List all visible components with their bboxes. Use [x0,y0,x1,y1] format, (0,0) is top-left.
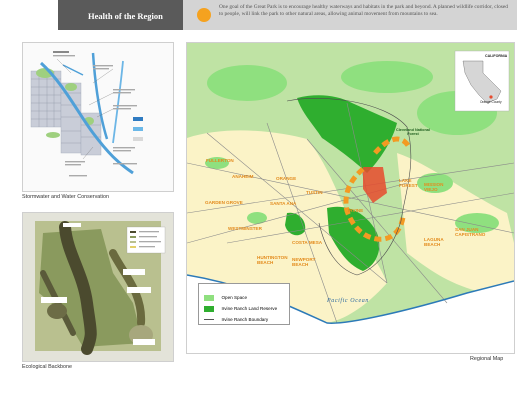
city-label-anaheim: ANAHEIM [232,174,254,179]
city-label-mission-viejo: MISSION VIEJO [424,182,444,192]
city-label-garden-grove: GARDEN GROVE [205,200,243,205]
stormwater-caption: Stormwater and Water Conservation [22,194,109,200]
map-legend: Open Space Irvine Ranch Land Reserve Irv… [198,283,290,325]
backbone-caption: Ecological Backbone [22,364,73,370]
regional-map-caption: Regional Map [470,356,504,362]
city-label-westminster: WESTMINSTER [228,226,262,231]
page-title: Health of the Region [88,11,163,21]
city-label-tustin: TUSTIN [306,190,323,195]
city-label-irvine: IRVINE [348,208,364,213]
legend-item-reserve: Irvine Ranch Land Reserve [204,300,290,312]
ocean-label: Pacific Ocean [327,298,369,304]
forest-label: Cleveland National Forest [396,128,430,136]
legend-item-boundary: Irvine Ranch Boundary [204,311,290,322]
city-label-san-juan-capistrano: SAN JUAN CAPISTRANO [455,227,486,237]
stormwater-panel [22,42,174,192]
header-description: One goal of the Great Park is to encoura… [219,4,508,18]
inset-county-label: Orange County [480,100,502,104]
ecological-backbone-diagram [23,213,173,361]
city-label-orange: ORANGE [276,176,297,181]
legend-label-boundary: Irvine Ranch Boundary [221,317,269,323]
stormwater-diagram [23,43,173,191]
city-label-lake-forest: LAKE FOREST [399,178,418,188]
city-label-costa-mesa: COSTA MESA [292,240,323,245]
legend-swatch-boundary [204,319,214,321]
backbone-panel [22,212,174,362]
city-label-laguna-beach: LAGUNA BEACH [424,237,444,247]
legend-item-open-space: Open Space [204,289,290,301]
orange-dot-icon [197,8,211,22]
city-label-newport-beach: NEWPORT BEACH [292,257,316,267]
city-label-huntington-beach: HUNTINGTON BEACH [257,255,288,265]
inset-state-label: CALIFORNIA [485,54,508,58]
city-label-santa-ana: SANTA ANA [270,201,297,206]
city-label-fullerton: FULLERTON [206,158,234,163]
